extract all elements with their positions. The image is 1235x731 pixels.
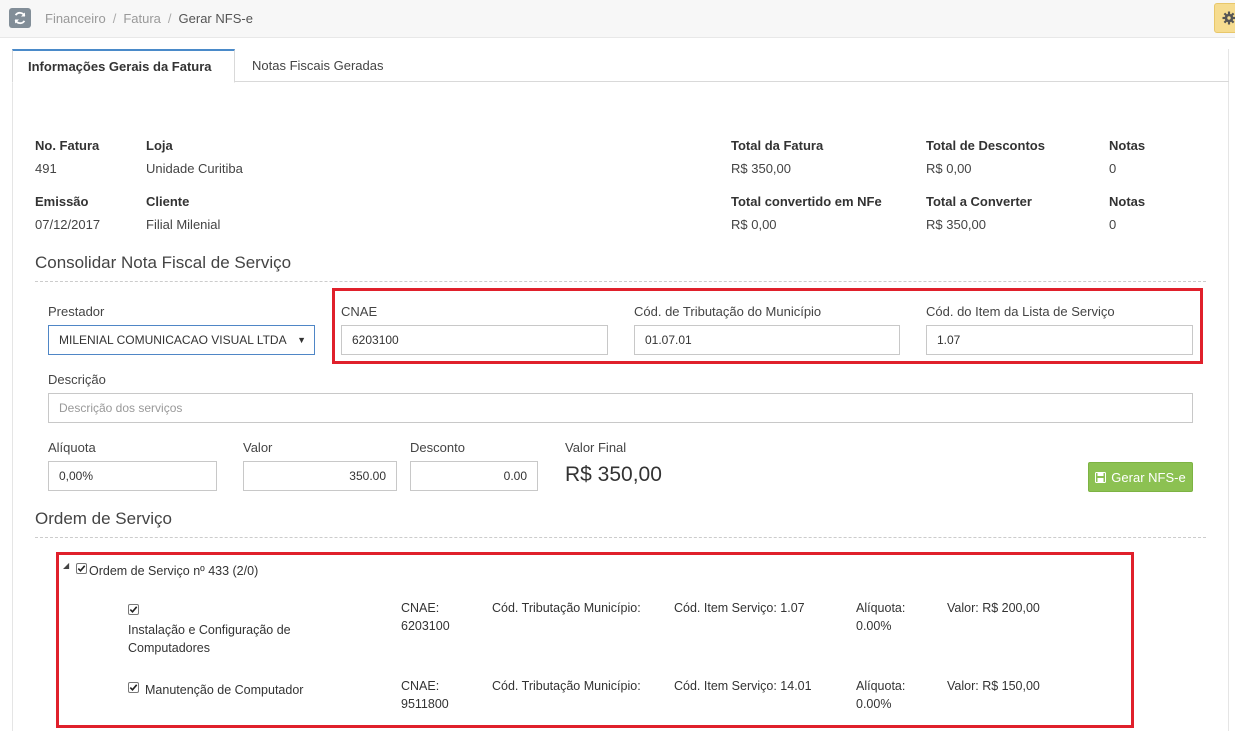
item-cod-trib: Cód. Tributação Município:	[492, 601, 641, 615]
settings-button[interactable]	[1214, 3, 1235, 33]
descricao-label: Descrição	[48, 372, 106, 387]
total-converter-value: R$ 350,00	[926, 217, 986, 232]
item-checkbox[interactable]	[128, 682, 139, 693]
divider	[35, 281, 1206, 282]
divider-2	[35, 537, 1206, 538]
prestador-selected: MILENIAL COMUNICACAO VISUAL LTDA	[59, 333, 287, 347]
tab-bar: Informações Gerais da Fatura Notas Fisca…	[12, 49, 1229, 83]
cod-tributacao-label: Cód. de Tributação do Município	[634, 304, 822, 319]
item-valor: Valor: R$ 150,00	[947, 679, 1040, 693]
valor-final-label: Valor Final	[565, 440, 627, 455]
breadcrumb-financeiro[interactable]: Financeiro	[45, 11, 106, 26]
emissao-label: Emissão	[35, 194, 89, 209]
cod-item-label: Cód. do Item da Lista de Serviço	[926, 304, 1115, 319]
no-fatura-value: 491	[35, 161, 57, 176]
cliente-value: Filial Milenial	[146, 217, 221, 232]
item-cod-trib: Cód. Tributação Município:	[492, 679, 641, 693]
breadcrumb-fatura[interactable]: Fatura	[123, 11, 161, 26]
total-convertido-value: R$ 0,00	[731, 217, 777, 232]
no-fatura-label: No. Fatura	[35, 138, 100, 153]
item-aliquota-label: Alíquota:	[856, 601, 906, 615]
emissao-value: 07/12/2017	[35, 217, 101, 232]
total-fatura-label: Total da Fatura	[731, 138, 824, 153]
cod-tributacao-input[interactable]: 01.07.01	[634, 325, 900, 355]
item-cnae-label: CNAE:	[401, 679, 440, 693]
cnae-label: CNAE	[341, 304, 378, 319]
save-icon	[1095, 471, 1107, 483]
item-name-line1: Instalação e Configuração de	[128, 623, 291, 637]
total-descontos-label: Total de Descontos	[926, 138, 1045, 153]
valor-label: Valor	[243, 440, 273, 455]
aliquota-label: Alíquota	[48, 440, 96, 455]
item-cnae-value: 9511800	[401, 697, 449, 711]
dropdown-arrow-icon: ▼	[297, 335, 306, 345]
descricao-input[interactable]: Descrição dos serviços	[48, 393, 1193, 423]
notas-label: Notas	[1109, 138, 1146, 153]
item-valor: Valor: R$ 200,00	[947, 601, 1040, 615]
prestador-label: Prestador	[48, 304, 105, 319]
ordem-root-label[interactable]: Ordem de Serviço nº 433 (2/0)	[89, 564, 258, 578]
gerar-nfse-button[interactable]: Gerar NFS-e	[1088, 462, 1193, 492]
item-cod-item: Cód. Item Serviço: 14.01	[674, 679, 812, 693]
ordem-title: Ordem de Serviço	[35, 509, 172, 528]
total-convertido-label: Total convertido em NFe	[731, 194, 882, 209]
cnae-input[interactable]: 6203100	[341, 325, 608, 355]
refresh-icon[interactable]	[9, 8, 31, 28]
highlight-box-orders	[56, 552, 1134, 728]
total-converter-label: Total a Converter	[926, 194, 1032, 209]
desconto-label: Desconto	[410, 440, 465, 455]
cliente-label: Cliente	[146, 194, 190, 209]
item-name-line2: Computadores	[128, 641, 210, 655]
loja-value: Unidade Curitiba	[146, 161, 243, 176]
item-aliquota-label: Alíquota:	[856, 679, 906, 693]
total-descontos-value: R$ 0,00	[926, 161, 972, 176]
consolidar-title: Consolidar Nota Fiscal de Serviço	[35, 253, 292, 272]
total-fatura-value: R$ 350,00	[731, 161, 791, 176]
top-bar: Financeiro / Fatura / Gerar NFS-e	[0, 0, 1235, 38]
item-name-line1: Manutenção de Computador	[145, 683, 304, 697]
valor-input[interactable]: 350.00	[243, 461, 397, 491]
root-checkbox[interactable]	[76, 563, 87, 574]
gerar-nfse-label: Gerar NFS-e	[1111, 469, 1186, 485]
item-cnae-value: 6203100	[401, 619, 450, 633]
item-cod-item: Cód. Item Serviço: 1.07	[674, 601, 805, 615]
notas-value: 0	[1109, 161, 1117, 176]
notas-label-2: Notas	[1109, 194, 1146, 209]
breadcrumb-current: Gerar NFS-e	[178, 11, 253, 26]
loja-label: Loja	[146, 138, 173, 153]
tree-collapse-icon[interactable]: ◢	[63, 561, 69, 570]
desconto-input[interactable]: 0.00	[410, 461, 538, 491]
gear-icon	[1222, 11, 1235, 25]
tab-informacoes-gerais[interactable]: Informações Gerais da Fatura	[12, 49, 235, 83]
valor-final-value: R$ 350,00	[565, 463, 662, 486]
tab-notas-fiscais[interactable]: Notas Fiscais Geradas	[237, 49, 399, 82]
item-cnae-label: CNAE:	[401, 601, 440, 615]
aliquota-input[interactable]: 0,00%	[48, 461, 217, 491]
item-aliquota-value: 0.00%	[856, 697, 892, 711]
prestador-select[interactable]: MILENIAL COMUNICACAO VISUAL LTDA ▼	[48, 325, 315, 355]
breadcrumb: Financeiro / Fatura / Gerar NFS-e	[45, 11, 253, 26]
cod-item-input[interactable]: 1.07	[926, 325, 1193, 355]
item-checkbox[interactable]	[128, 604, 139, 615]
notas-value-2: 0	[1109, 217, 1117, 232]
item-aliquota-value: 0.00%	[856, 619, 892, 633]
